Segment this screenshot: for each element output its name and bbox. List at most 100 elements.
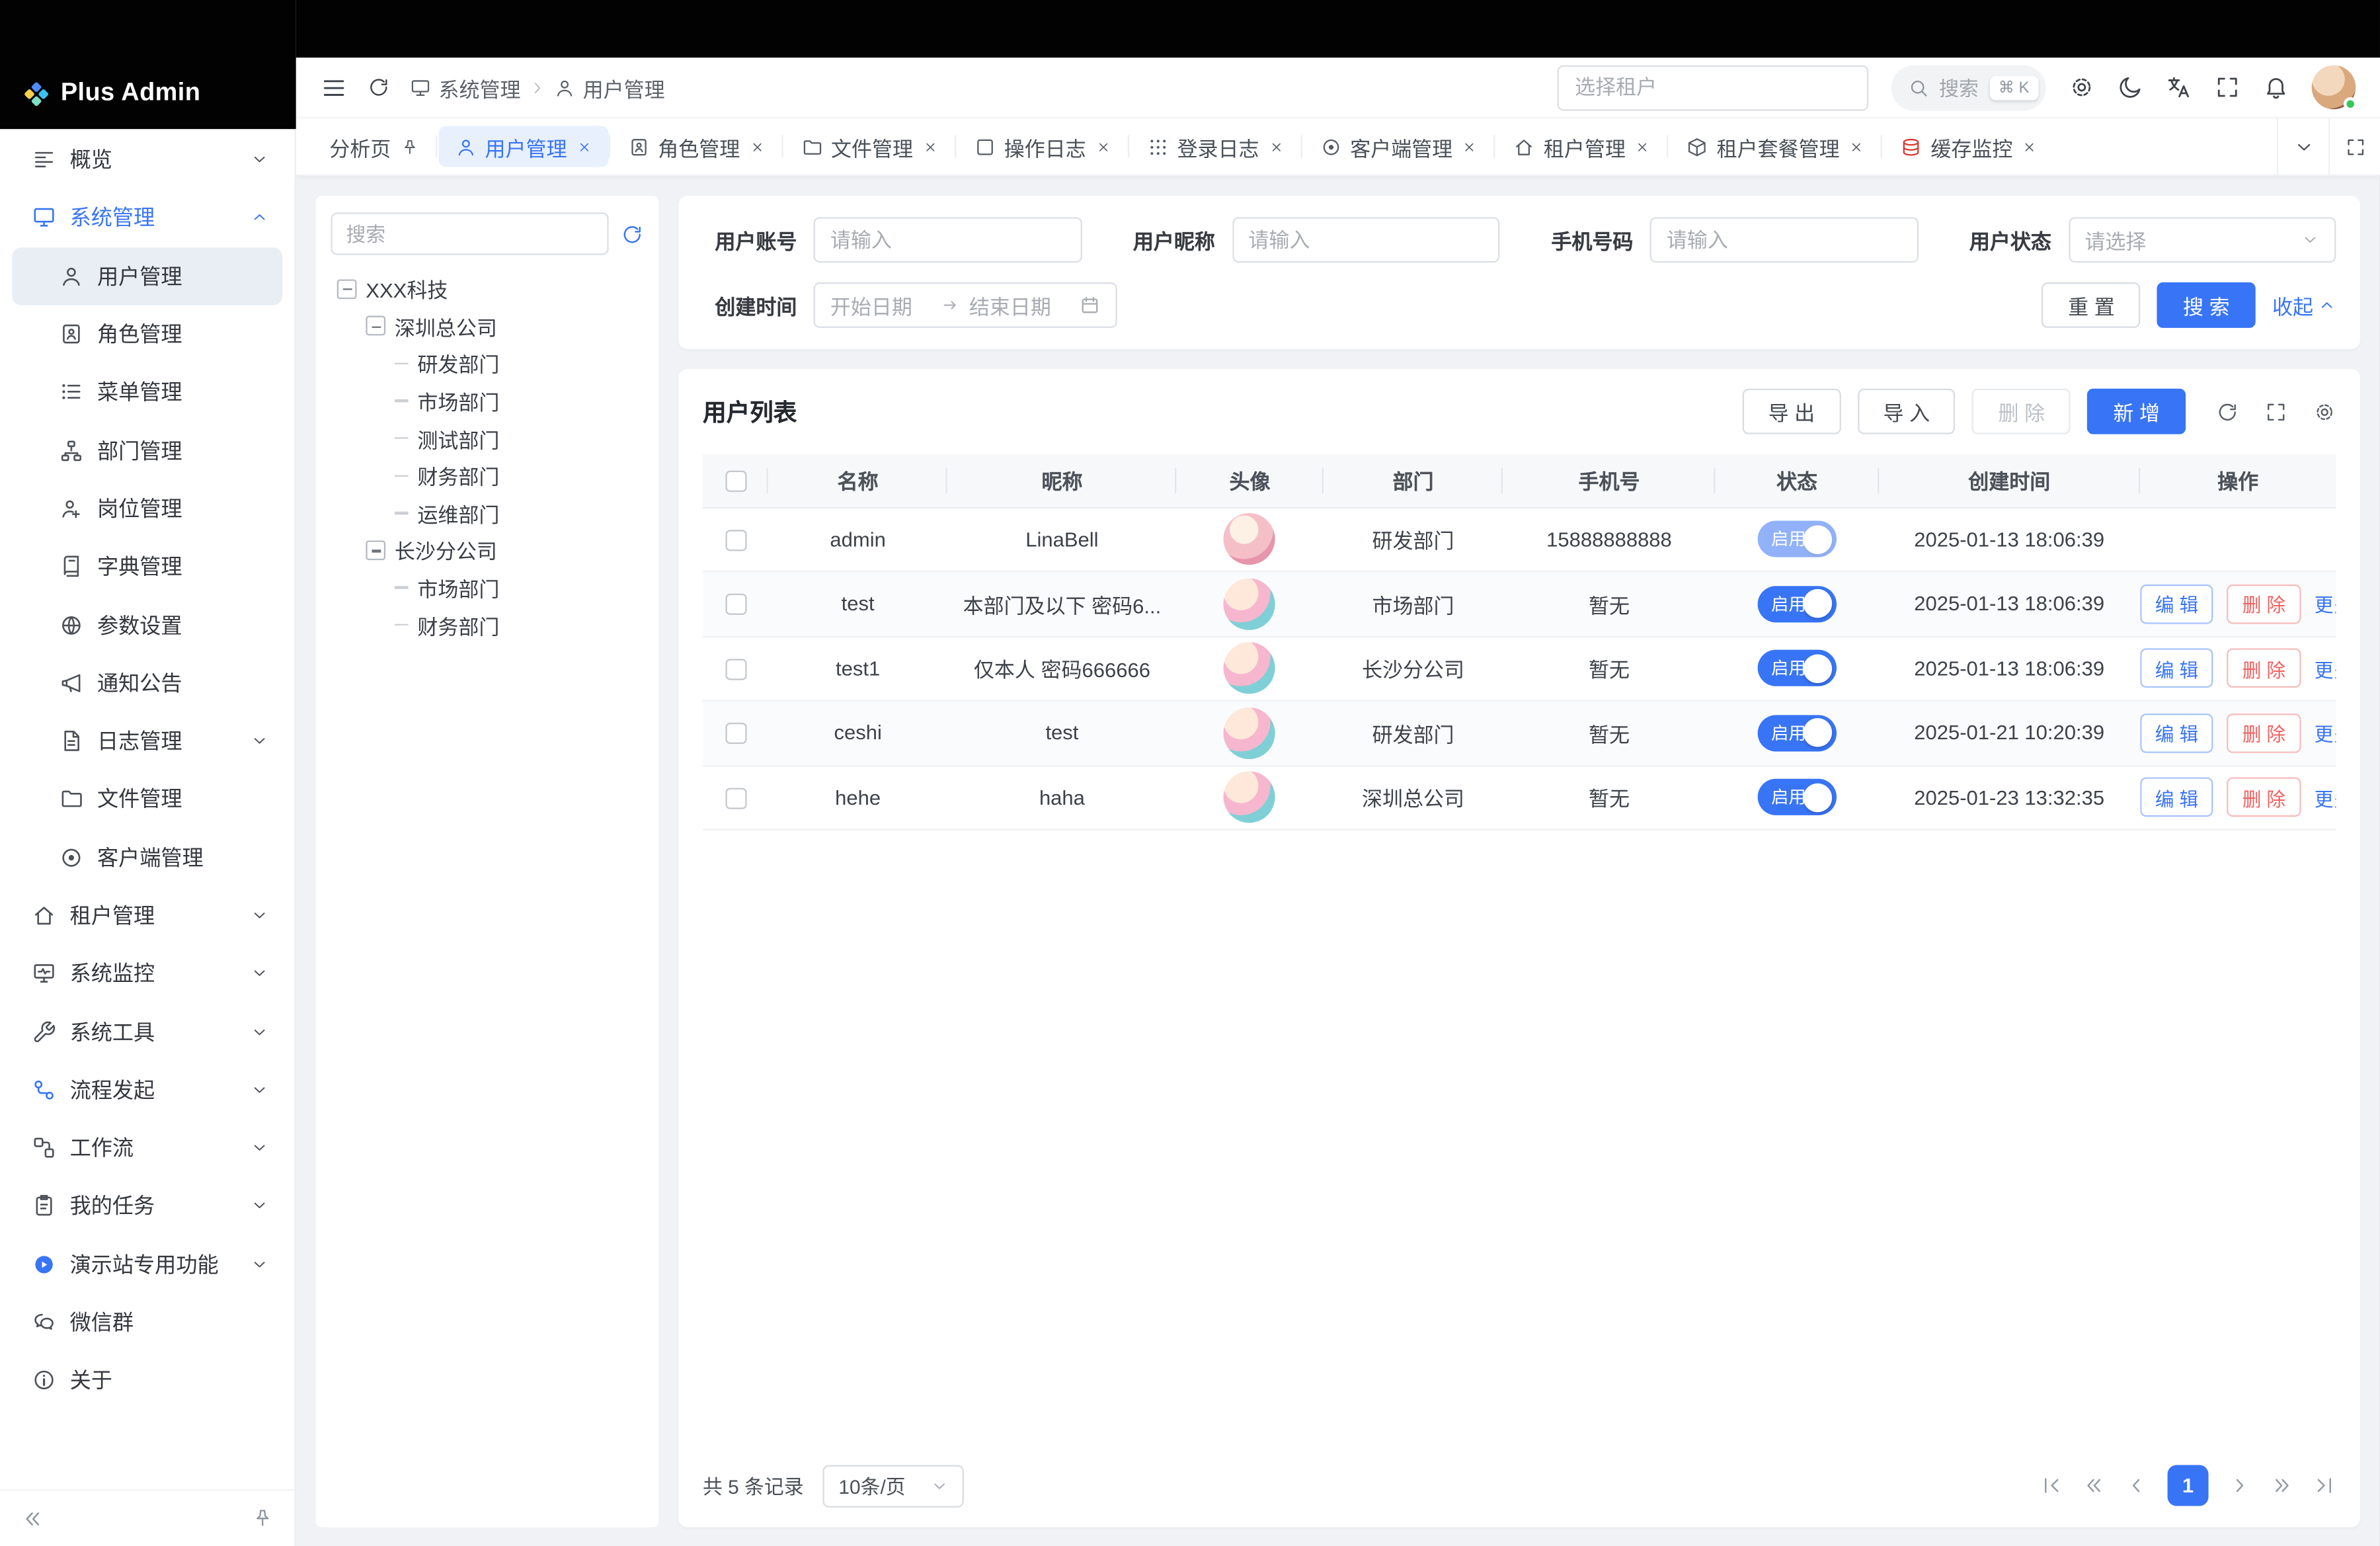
- reset-button[interactable]: 重 置: [2042, 282, 2141, 328]
- next-page-icon[interactable]: [2228, 1474, 2250, 1496]
- search-button[interactable]: 搜 索: [2157, 282, 2256, 328]
- tab-cache-monitor[interactable]: 缓存监控: [1884, 126, 2053, 167]
- close-icon[interactable]: [2022, 139, 2037, 154]
- row-checkbox[interactable]: [725, 659, 746, 680]
- prev-page-icon[interactable]: [2125, 1474, 2147, 1496]
- edit-button[interactable]: 编 辑: [2140, 649, 2213, 688]
- status-switch[interactable]: 启用: [1757, 521, 1836, 557]
- toggle-sidebar-icon[interactable]: [320, 73, 347, 101]
- tab-user-management[interactable]: 用户管理: [438, 126, 608, 167]
- jump-prev-icon[interactable]: [2082, 1474, 2105, 1496]
- sidebar-item-dept-management[interactable]: 部门管理: [12, 421, 282, 479]
- row-checkbox[interactable]: [725, 788, 746, 809]
- page-size-select[interactable]: 10条/页: [823, 1464, 963, 1506]
- select-all-checkbox[interactable]: [725, 471, 746, 492]
- pin-icon[interactable]: [400, 138, 418, 156]
- delete-button[interactable]: 删 除: [2227, 778, 2301, 817]
- tab-login-log[interactable]: 登录日志: [1130, 126, 1300, 167]
- more-button[interactable]: 更多: [2315, 719, 2336, 748]
- sidebar-item-about[interactable]: 关于: [12, 1352, 282, 1410]
- sidebar-item-dict-management[interactable]: 字典管理: [12, 538, 282, 596]
- tree-node[interactable]: 研发部门: [331, 345, 644, 382]
- row-checkbox[interactable]: [725, 530, 746, 551]
- sidebar-item-demo-features[interactable]: 演示站专用功能: [12, 1235, 282, 1293]
- tree-node[interactable]: 财务部门: [331, 606, 644, 643]
- tab-tenant-management[interactable]: 租户管理: [1497, 126, 1667, 167]
- tab-menu-icon[interactable]: [2293, 136, 2314, 157]
- tab-client-management[interactable]: 客户端管理: [1303, 126, 1493, 167]
- tab-analysis-page[interactable]: 分析页: [313, 126, 435, 167]
- sidebar-item-post-management[interactable]: 岗位管理: [12, 479, 282, 538]
- tree-node[interactable]: 深圳总公司: [331, 307, 644, 345]
- tenant-select-input[interactable]: [1557, 65, 1868, 110]
- edit-button[interactable]: 编 辑: [2140, 713, 2213, 753]
- sidebar-item-client-management[interactable]: 客户端管理: [12, 829, 282, 887]
- sidebar-item-param-settings[interactable]: 参数设置: [12, 596, 282, 654]
- tab-operation-log[interactable]: 操作日志: [957, 126, 1127, 167]
- sidebar-item-system-monitor[interactable]: 系统监控: [12, 944, 282, 1002]
- fullscreen-icon[interactable]: [2264, 400, 2287, 423]
- breadcrumb-item[interactable]: 用户管理: [554, 72, 665, 102]
- collapse-node-icon[interactable]: [337, 279, 357, 299]
- more-button[interactable]: 更多: [2315, 589, 2336, 618]
- sidebar-item-notice-announcement[interactable]: 通知公告: [12, 654, 282, 712]
- more-button[interactable]: 更多: [2315, 783, 2336, 812]
- filter-select-user-status[interactable]: 请选择: [2068, 217, 2336, 263]
- close-icon[interactable]: [576, 139, 591, 154]
- status-switch[interactable]: 启用: [1757, 586, 1836, 622]
- refresh-icon[interactable]: [2216, 400, 2239, 423]
- close-icon[interactable]: [1095, 139, 1110, 154]
- tree-node[interactable]: 测试部门: [331, 420, 644, 457]
- collapse-node-icon[interactable]: [366, 540, 385, 560]
- sidebar-item-user-management[interactable]: 用户管理: [12, 247, 282, 305]
- tab-tenant-package-management[interactable]: 租户套餐管理: [1669, 126, 1880, 167]
- tab-file-management[interactable]: 文件管理: [784, 126, 954, 167]
- content-fullscreen-icon[interactable]: [2344, 136, 2365, 157]
- filter-input-user-nickname[interactable]: [1232, 217, 1499, 263]
- breadcrumb-item[interactable]: 系统管理: [410, 72, 521, 102]
- collapse-node-icon[interactable]: [366, 316, 385, 336]
- row-checkbox[interactable]: [725, 723, 746, 745]
- sidebar-item-system-management[interactable]: 系统管理: [12, 188, 282, 247]
- close-icon[interactable]: [749, 139, 764, 154]
- status-switch[interactable]: 启用: [1757, 650, 1836, 686]
- delete-button[interactable]: 删 除: [2227, 584, 2301, 624]
- app-logo[interactable]: Plus Admin: [0, 0, 296, 129]
- translate-icon[interactable]: [2166, 74, 2192, 100]
- tree-node[interactable]: XXX科技: [331, 270, 644, 307]
- jump-next-icon[interactable]: [2271, 1474, 2293, 1496]
- settings-icon[interactable]: [2313, 400, 2336, 423]
- close-icon[interactable]: [1635, 139, 1650, 154]
- user-avatar-button[interactable]: [2312, 65, 2356, 110]
- edit-button[interactable]: 编 辑: [2140, 584, 2213, 624]
- filter-input-phone-number[interactable]: [1650, 217, 1918, 263]
- sidebar-item-workflow[interactable]: 工作流: [12, 1119, 282, 1177]
- collapse-filter-link[interactable]: 收起: [2272, 290, 2336, 321]
- date-range-picker[interactable]: 开始日期 结束日期: [814, 282, 1117, 328]
- close-icon[interactable]: [1462, 139, 1477, 154]
- status-switch[interactable]: 启用: [1757, 715, 1836, 751]
- first-page-icon[interactable]: [2040, 1474, 2063, 1496]
- bell-icon[interactable]: [2263, 74, 2289, 100]
- pin-sidebar-icon[interactable]: [252, 1508, 273, 1529]
- tab-role-management[interactable]: 角色管理: [611, 126, 781, 167]
- collapse-sidebar-icon[interactable]: [21, 1507, 44, 1529]
- tree-node[interactable]: 市场部门: [331, 569, 644, 606]
- close-icon[interactable]: [1848, 139, 1864, 154]
- tree-node[interactable]: 市场部门: [331, 382, 644, 419]
- tree-search-input[interactable]: [331, 212, 609, 255]
- filter-input-user-account[interactable]: [814, 217, 1082, 263]
- close-icon[interactable]: [1268, 139, 1283, 154]
- edit-button[interactable]: 编 辑: [2140, 778, 2213, 817]
- batch-delete-button[interactable]: 删 除: [1972, 389, 2071, 434]
- moon-icon[interactable]: [2118, 74, 2143, 100]
- page-1-button[interactable]: 1: [2168, 1465, 2209, 1506]
- delete-button[interactable]: 删 除: [2227, 713, 2301, 753]
- row-checkbox[interactable]: [725, 594, 746, 616]
- refresh-page-icon[interactable]: [368, 76, 390, 99]
- add-button[interactable]: 新 增: [2087, 389, 2186, 434]
- last-page-icon[interactable]: [2313, 1474, 2336, 1496]
- export-button[interactable]: 导 出: [1743, 389, 1841, 434]
- sidebar-item-system-tools[interactable]: 系统工具: [12, 1002, 282, 1061]
- delete-button[interactable]: 删 除: [2227, 649, 2301, 688]
